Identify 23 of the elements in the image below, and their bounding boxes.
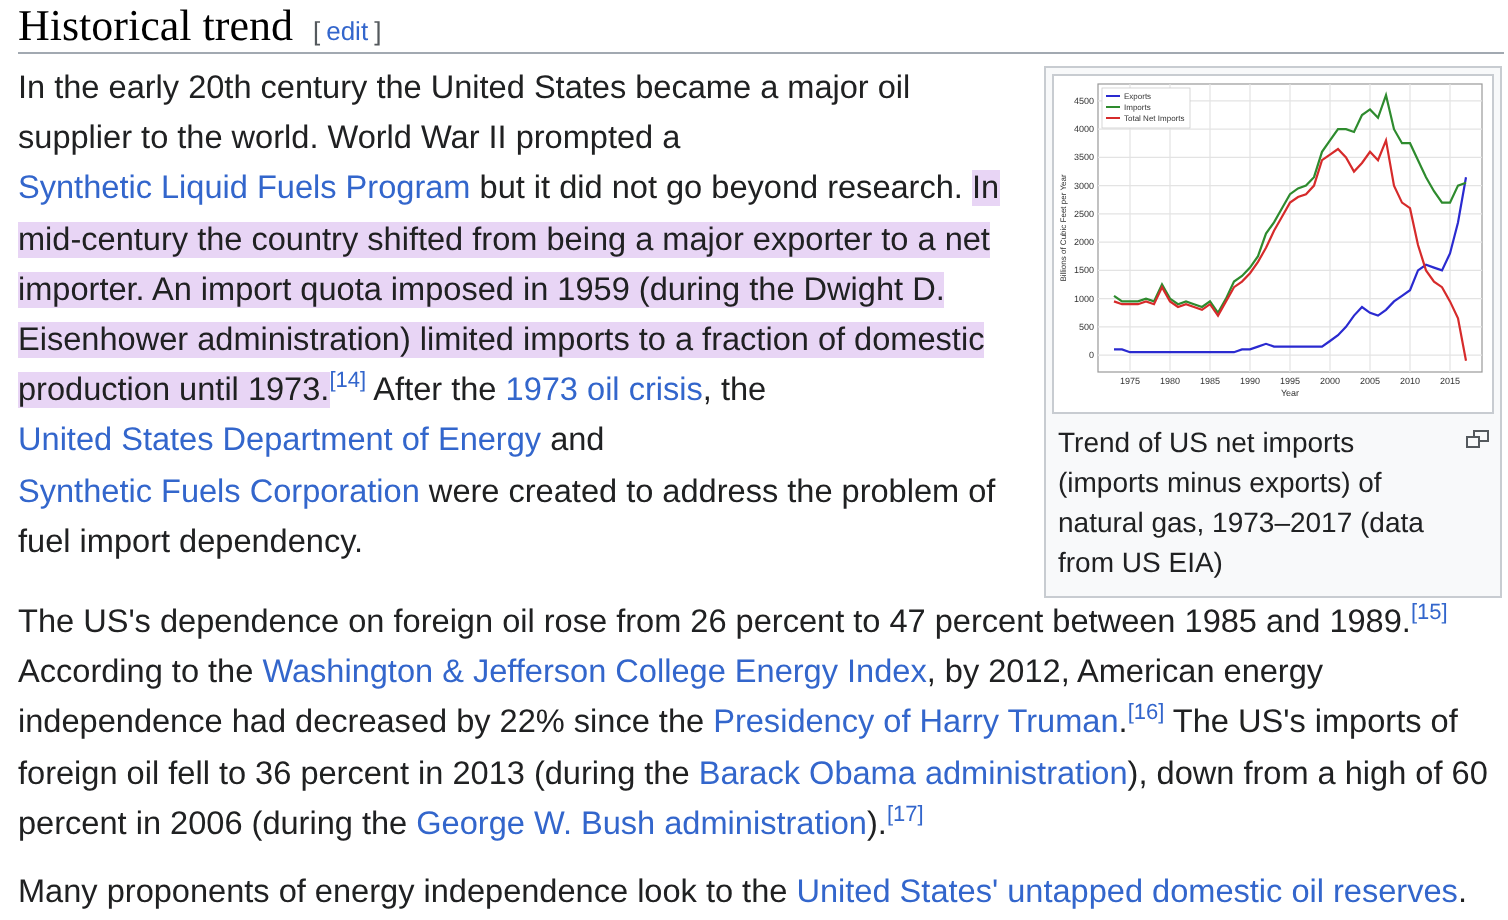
reference-link[interactable]: [14]	[329, 369, 367, 394]
text-link[interactable]: United States Department of Energy	[18, 422, 542, 459]
paragraph: In the early 20th century the United States became a major oil supplier to the world. World War II prompted a Synthetic Liquid Fuels Program but it did not go beyond research. In mid-century the country shifted from being a major exporter to a net importer. An import quota imposed in 1959 (during the Dwight D. Eisenhower administration) limited imports to a fraction of domestic production until 1973.$^{[14]}$ After the 1973 oil crisis, the United States Department of Energy and Synthetic Fuels Corporation were created to address the problem of fuel import dependency.	[18, 68, 1002, 564]
text-link[interactable]: Barack Obama administration	[698, 755, 1128, 792]
legend-background	[1101, 87, 1191, 129]
text-link[interactable]: Presidency of Harry Truman	[713, 704, 1119, 741]
enlarge-icon[interactable]	[1466, 430, 1490, 450]
text-link[interactable]: Washington & Jefferson College Energy Index	[262, 654, 927, 691]
paragraph: Many proponents of energy independence look to the United States' untapped domestic oil reserves.	[18, 872, 1469, 915]
reference-link[interactable]: [16]	[1127, 701, 1165, 726]
paragraph: The US's dependence on foreign oil rose from 26 percent to 47 percent between 1985 and 1989.$^{[15]}$ According to the Washington & Jefferson College Energy Index, by 2012, American energy independence had decreased by 22% since the Presidency of Harry Truman.$^{[16]}$ The US's imports of foreign oil fell to 36 percent in 2013 (during the Barack Obama administration), down from a high of 60 percent in 2006 (during the George W. Bush administration).$^{[17]}$	[18, 599, 1490, 846]
text-link[interactable]: George W. Bush administration	[416, 805, 867, 842]
text-link[interactable]: Synthetic Liquid Fuels Program	[18, 170, 471, 207]
section-heading: Historical trend	[18, 0, 293, 52]
text-link[interactable]: United States' untapped domestic oil reserves	[796, 874, 1458, 911]
text-link[interactable]: 1973 oil crisis	[505, 372, 703, 409]
bracket: ]	[374, 16, 382, 46]
bracket: [	[312, 16, 321, 46]
figure-caption: Trend of US net imports (imports minus exports) of natural gas, 1973–2017 (data from US EIA)	[1058, 424, 1426, 582]
edit-link[interactable]: edit	[326, 16, 369, 46]
reference-link[interactable]: [15]	[1410, 601, 1448, 626]
text-link[interactable]: Synthetic Fuels Corporation	[18, 473, 420, 510]
reference-link[interactable]: [17]	[886, 802, 924, 827]
